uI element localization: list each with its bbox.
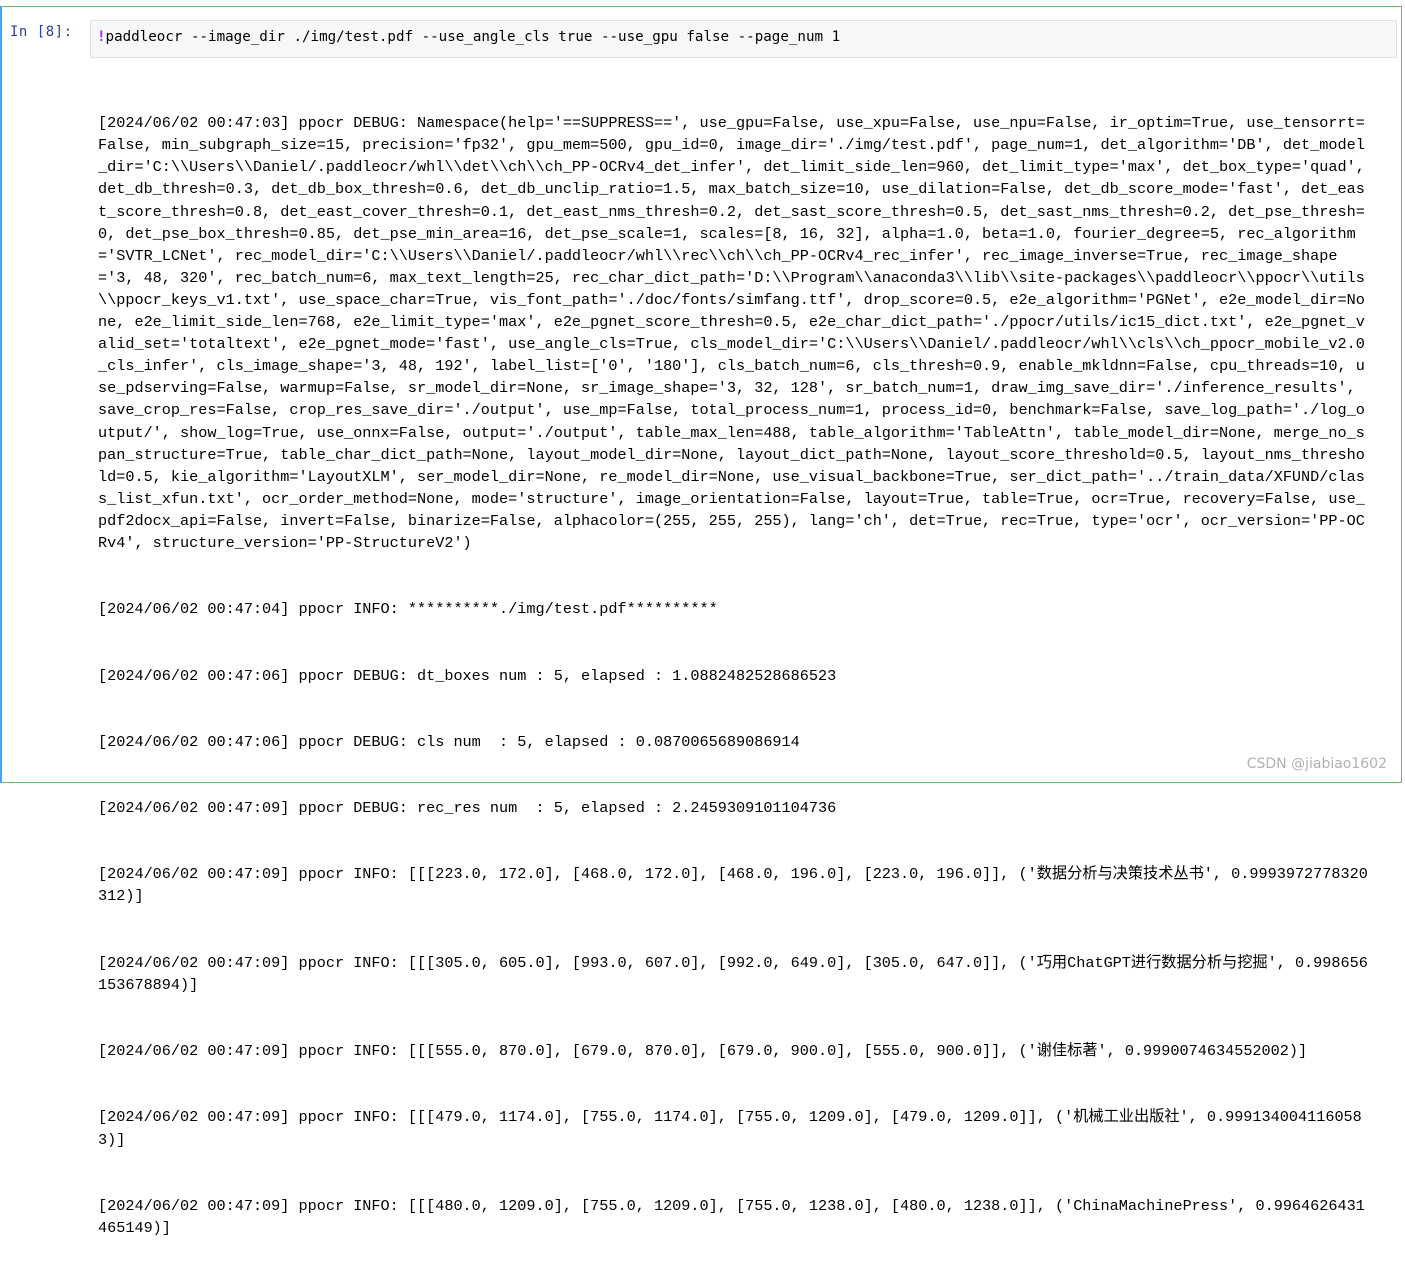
notebook-code-cell[interactable]: In [8]: !paddleocr --image_dir ./img/tes… [0,6,1402,1237]
cell-output: [2024/06/02 00:47:03] ppocr DEBUG: Names… [98,68,1368,1283]
input-prompt: In [8]: [10,24,73,40]
output-line: [2024/06/02 00:47:09] ppocr INFO: [[[555… [98,1042,1308,1061]
output-line: [2024/06/02 00:47:09] ppocr INFO: [[[479… [98,1108,1362,1149]
shell-bang: ! [97,29,106,45]
output-line: [2024/06/02 00:47:06] ppocr DEBUG: dt_bo… [98,666,837,685]
output-line: [2024/06/02 00:47:09] ppocr DEBUG: rec_r… [98,799,837,818]
code-text: paddleocr --image_dir ./img/test.pdf --u… [105,29,841,45]
watermark: CSDN @jiabiao1602 [1246,756,1387,772]
output-line: [2024/06/02 00:47:04] ppocr INFO: ******… [98,600,718,619]
output-line: [2024/06/02 00:47:09] ppocr INFO: [[[305… [98,953,1368,994]
output-line: [2024/06/02 00:47:06] ppocr DEBUG: cls n… [98,732,800,751]
output-line: [2024/06/02 00:47:09] ppocr INFO: [[[480… [98,1196,1365,1237]
output-line: [2024/06/02 00:47:03] ppocr DEBUG: Names… [98,114,1374,552]
code-input[interactable]: !paddleocr --image_dir ./img/test.pdf --… [90,20,1397,58]
output-line: [2024/06/02 00:47:09] ppocr INFO: [[[223… [98,865,1368,906]
